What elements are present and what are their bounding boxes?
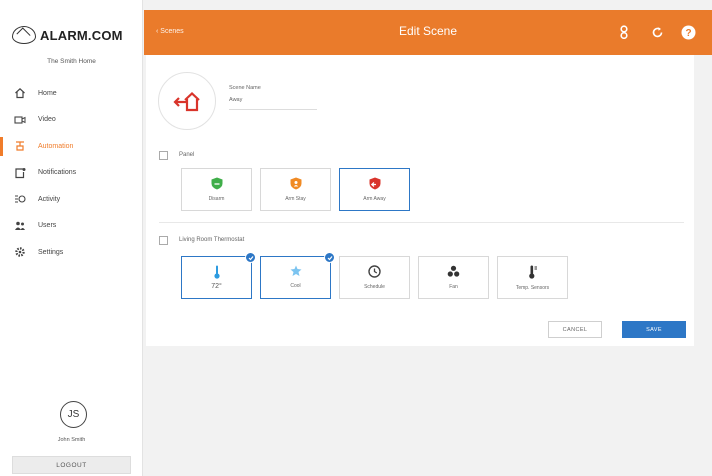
sidebar: ALARM.COM The Smith Home Home Video Auto… xyxy=(0,0,143,476)
sidebar-item-label: Home xyxy=(38,89,57,97)
fan-icon xyxy=(447,265,460,277)
thermostat-cool-mode-tile[interactable]: Cool xyxy=(260,252,335,299)
thermostat-fan-tile[interactable]: Fan xyxy=(418,256,489,299)
sidebar-item-automation[interactable]: Automation xyxy=(0,133,143,160)
tile-label: Fan xyxy=(449,284,458,290)
thermometer-icon xyxy=(213,265,220,279)
tile-label: Arm Away xyxy=(363,196,386,202)
away-house-icon xyxy=(173,91,200,112)
sidebar-item-label: Activity xyxy=(38,195,61,203)
check-icon xyxy=(245,252,256,263)
disarm-shield-icon xyxy=(211,177,222,190)
panel-disarm-tile[interactable]: Disarm xyxy=(181,168,252,211)
panel-checkbox[interactable] xyxy=(159,151,168,160)
sidebar-item-label: Notifications xyxy=(38,169,77,177)
sidebar-item-activity[interactable]: Activity xyxy=(0,186,143,213)
tile-label: Arm Stay xyxy=(285,196,306,202)
sidebar-item-users[interactable]: Users xyxy=(0,213,143,240)
check-icon xyxy=(324,252,335,263)
tile-label: 72° xyxy=(211,283,222,290)
tile-label: Cool xyxy=(290,283,301,289)
panel-arm-away-tile[interactable]: Arm Away xyxy=(339,168,410,211)
sidebar-item-label: Video xyxy=(38,116,56,124)
sidebar-item-label: Settings xyxy=(38,248,64,256)
snowflake-icon xyxy=(290,265,301,276)
sidebar-nav: Home Video Automation Notifications Acti… xyxy=(0,80,143,266)
section-divider xyxy=(159,222,684,223)
refresh-icon[interactable] xyxy=(649,24,665,40)
thermostat-temp-sensors-tile[interactable]: Temp. Sensors xyxy=(497,256,568,299)
sidebar-item-notifications[interactable]: Notifications xyxy=(0,160,143,187)
panel-arm-stay-tile[interactable]: Arm Stay xyxy=(260,168,331,211)
user-name: John Smith xyxy=(57,437,86,443)
sidebar-item-settings[interactable]: Settings xyxy=(0,239,143,266)
scene-icon-picker[interactable] xyxy=(158,72,216,130)
thermostat-temperature-tile[interactable]: 72° xyxy=(181,252,256,299)
cancel-button[interactable]: CANCEL xyxy=(548,321,602,338)
logout-button[interactable]: LOGOUT xyxy=(12,456,131,474)
home-icon xyxy=(14,87,26,99)
arm-away-shield-icon xyxy=(369,177,380,190)
avatar[interactable]: JS xyxy=(60,401,87,428)
tile-label: Schedule xyxy=(364,284,385,290)
sidebar-item-label: Automation xyxy=(38,142,74,150)
svg-text:?: ? xyxy=(685,28,691,39)
temperature-sensor-icon xyxy=(528,265,537,279)
thermostat-schedule-tile[interactable]: Schedule xyxy=(339,256,410,299)
tile-label: Temp. Sensors xyxy=(515,285,550,291)
thermostat-checkbox[interactable] xyxy=(159,236,168,245)
scene-name-label: Scene Name xyxy=(229,85,261,91)
logo-text: ALARM.COM xyxy=(40,27,123,43)
system-switch-icon[interactable] xyxy=(616,24,632,40)
arm-stay-shield-icon xyxy=(290,177,301,190)
activity-icon xyxy=(14,193,26,205)
panel-section-label: Panel xyxy=(179,152,195,158)
tile-label: Disarm xyxy=(208,196,225,202)
gear-icon xyxy=(14,246,26,258)
scene-name-input[interactable]: Away xyxy=(229,97,317,110)
logo-icon xyxy=(12,26,36,44)
save-button[interactable]: SAVE xyxy=(622,321,686,338)
sidebar-item-label: Users xyxy=(38,222,57,230)
clock-icon xyxy=(368,265,381,278)
video-camera-icon xyxy=(14,114,26,126)
users-icon xyxy=(14,220,26,232)
automation-icon xyxy=(14,140,26,152)
edit-scene-card: Scene Name Away Panel Disarm Arm Stay Ar… xyxy=(146,55,694,346)
sidebar-item-home[interactable]: Home xyxy=(0,80,143,107)
page-header: ‹ Scenes Edit Scene ? xyxy=(144,10,712,55)
help-icon[interactable]: ? xyxy=(680,24,696,40)
thermostat-section-label: Living Room Thermostat xyxy=(179,237,245,243)
alarm-com-logo[interactable]: ALARM.COM xyxy=(12,24,123,46)
sidebar-item-video[interactable]: Video xyxy=(0,107,143,134)
home-name: The Smith Home xyxy=(47,58,96,65)
notifications-icon xyxy=(14,167,26,179)
